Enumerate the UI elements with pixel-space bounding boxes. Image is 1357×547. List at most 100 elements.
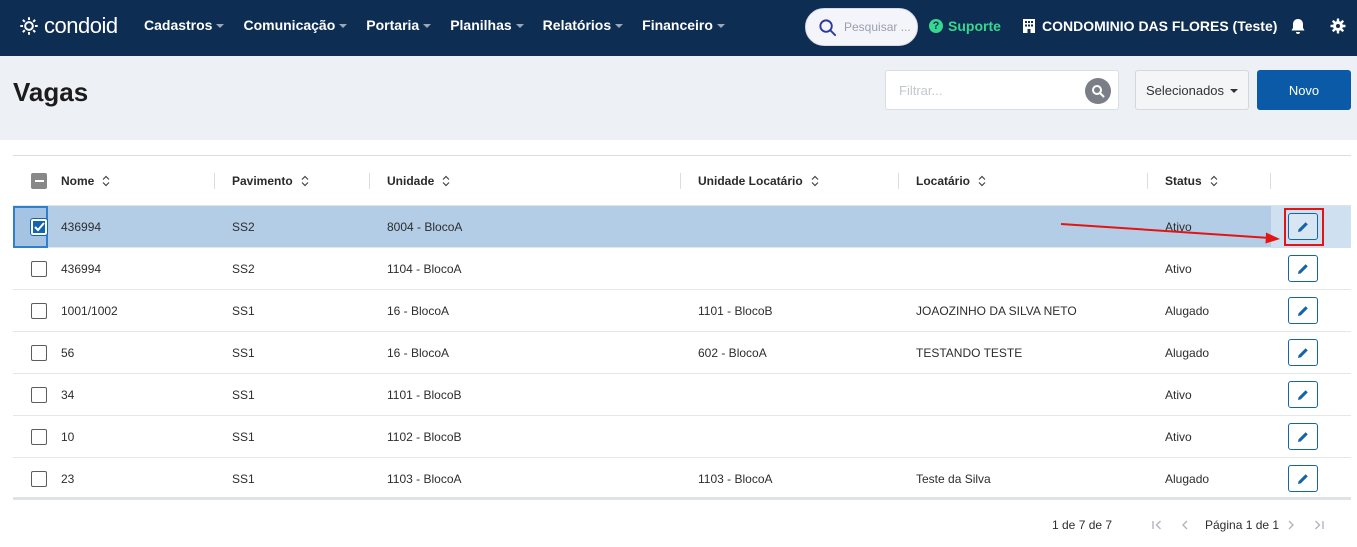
- nav-portaria[interactable]: Portaria: [366, 17, 432, 33]
- new-button[interactable]: Novo: [1257, 70, 1351, 110]
- cell-nome: 10: [61, 430, 75, 444]
- row-checkbox[interactable]: [31, 429, 47, 445]
- col-header-unidade-locatario[interactable]: Unidade Locatário: [698, 174, 820, 188]
- filter-input[interactable]: [886, 71, 1076, 109]
- sort-icon: [442, 175, 450, 187]
- nav-planilhas[interactable]: Planilhas: [450, 17, 524, 33]
- cell-unidade: 8004 - BlocoA: [387, 220, 463, 234]
- col-header-status[interactable]: Status: [1165, 174, 1219, 188]
- first-page-icon[interactable]: [1151, 519, 1163, 531]
- nav-financeiro[interactable]: Financeiro: [642, 17, 725, 33]
- table-row[interactable]: 34 SS1 1101 - BlocoB Ativo: [13, 374, 1351, 416]
- sort-icon: [102, 175, 110, 187]
- annotation-arrow-icon: [1060, 223, 1280, 244]
- top-navbar: condoid Cadastros Comunicação Portaria P…: [0, 0, 1357, 56]
- cell-nome: 436994: [61, 220, 102, 234]
- chevron-down-icon: [339, 23, 348, 28]
- cell-unidade: 1103 - BlocoA: [387, 472, 462, 486]
- nav-label: Planilhas: [450, 17, 512, 33]
- pencil-icon: [1298, 263, 1308, 274]
- column-divider[interactable]: [680, 173, 681, 189]
- cell-nome: 56: [61, 346, 75, 360]
- bell-icon[interactable]: [1290, 18, 1306, 35]
- page-title: Vagas: [13, 77, 89, 107]
- col-label: Unidade Locatário: [698, 174, 803, 188]
- search-icon: [1092, 85, 1105, 98]
- brand-name: condoid: [44, 13, 118, 38]
- row-checkbox[interactable]: [31, 471, 47, 487]
- pencil-icon: [1298, 389, 1308, 400]
- nav-label: Portaria: [366, 17, 420, 33]
- row-checkbox[interactable]: [30, 218, 48, 236]
- col-label: Pavimento: [232, 174, 293, 188]
- row-checkbox[interactable]: [31, 303, 47, 319]
- selected-actions-dropdown[interactable]: Selecionados: [1135, 70, 1249, 110]
- edit-button[interactable]: [1288, 423, 1318, 450]
- main-menu: Cadastros Comunicação Portaria Planilhas…: [144, 17, 744, 33]
- vagas-table: Nome Pavimento Unidade Unidade Locatário…: [13, 155, 1351, 500]
- edit-button[interactable]: [1288, 255, 1318, 282]
- pencil-icon: [1298, 473, 1308, 484]
- next-page-icon[interactable]: [1285, 519, 1297, 531]
- cell-locatario: TESTANDO TESTE: [916, 346, 1023, 360]
- sort-icon: [978, 175, 986, 187]
- table-row[interactable]: 436994 SS2 1104 - BlocoA Ativo: [13, 248, 1351, 290]
- cell-locatario: Teste da Silva: [916, 472, 991, 486]
- table-scrollbar[interactable]: [13, 497, 1351, 500]
- edit-button[interactable]: [1288, 381, 1318, 408]
- sort-icon: [811, 175, 819, 187]
- page-header: Vagas Selecionados Novo: [0, 56, 1357, 140]
- global-search-input[interactable]: Pesquisar ...: [805, 8, 918, 46]
- cell-unidade: 16 - BlocoA: [387, 304, 450, 318]
- column-divider[interactable]: [1147, 173, 1148, 189]
- filter-search-button[interactable]: [1085, 78, 1111, 104]
- cell-unidade: 1101 - BlocoB: [387, 388, 462, 402]
- edit-button[interactable]: [1288, 297, 1318, 324]
- cell-pavimento: SS1: [232, 430, 255, 444]
- col-label: Nome: [61, 174, 95, 188]
- brand-logo[interactable]: condoid: [18, 13, 118, 39]
- search-placeholder: Pesquisar ...: [844, 20, 911, 34]
- select-all-checkbox[interactable]: [31, 173, 47, 189]
- col-header-unidade[interactable]: Unidade: [387, 174, 451, 188]
- previous-page-icon[interactable]: [1179, 519, 1191, 531]
- cell-nome: 436994: [61, 262, 102, 276]
- table-row[interactable]: 1001/1002 SS1 16 - BlocoA 1101 - BlocoB …: [13, 290, 1351, 332]
- row-checkbox[interactable]: [31, 261, 47, 277]
- nav-cadastros[interactable]: Cadastros: [144, 17, 225, 33]
- table-row[interactable]: 23 SS1 1103 - BlocoA 1103 - BlocoA Teste…: [13, 458, 1351, 500]
- column-divider[interactable]: [369, 173, 370, 189]
- nav-comunicacao[interactable]: Comunicação: [243, 17, 348, 33]
- gear-icon[interactable]: [1330, 18, 1346, 34]
- page-indicator: Página 1 de 1: [1205, 518, 1280, 532]
- filter-field[interactable]: [885, 70, 1119, 110]
- row-checkbox[interactable]: [31, 387, 47, 403]
- sort-icon: [301, 175, 309, 187]
- condo-selector[interactable]: CONDOMINIO DAS FLORES (Teste): [1023, 18, 1277, 34]
- col-header-locatario[interactable]: Locatário: [916, 174, 987, 188]
- sort-icon: [1210, 175, 1218, 187]
- cell-pavimento: SS1: [232, 388, 255, 402]
- help-icon: ?: [929, 19, 943, 33]
- table-row[interactable]: 10 SS1 1102 - BlocoB Ativo: [13, 416, 1351, 458]
- col-header-nome[interactable]: Nome: [61, 174, 111, 188]
- edit-button[interactable]: [1288, 465, 1318, 492]
- cell-nome: 23: [61, 472, 75, 486]
- selected-label: Selecionados: [1145, 82, 1225, 98]
- col-header-pavimento[interactable]: Pavimento: [232, 174, 310, 188]
- column-divider[interactable]: [1270, 173, 1271, 189]
- column-divider[interactable]: [214, 173, 215, 189]
- column-divider[interactable]: [898, 173, 899, 189]
- nav-label: Comunicação: [243, 17, 336, 33]
- col-label: Status: [1165, 174, 1202, 188]
- table-header: Nome Pavimento Unidade Unidade Locatário…: [13, 156, 1351, 206]
- nav-relatorios[interactable]: Relatórios: [543, 17, 624, 33]
- last-page-icon[interactable]: [1313, 519, 1325, 531]
- cell-nome: 1001/1002: [61, 304, 118, 318]
- support-link[interactable]: ? Suporte: [929, 18, 1001, 34]
- row-checkbox[interactable]: [31, 345, 47, 361]
- check-icon: [33, 222, 45, 232]
- table-row[interactable]: 56 SS1 16 - BlocoA 602 - BlocoA TESTANDO…: [13, 332, 1351, 374]
- edit-button[interactable]: [1288, 339, 1318, 366]
- cell-unidade-locatario: 1101 - BlocoB: [698, 304, 773, 318]
